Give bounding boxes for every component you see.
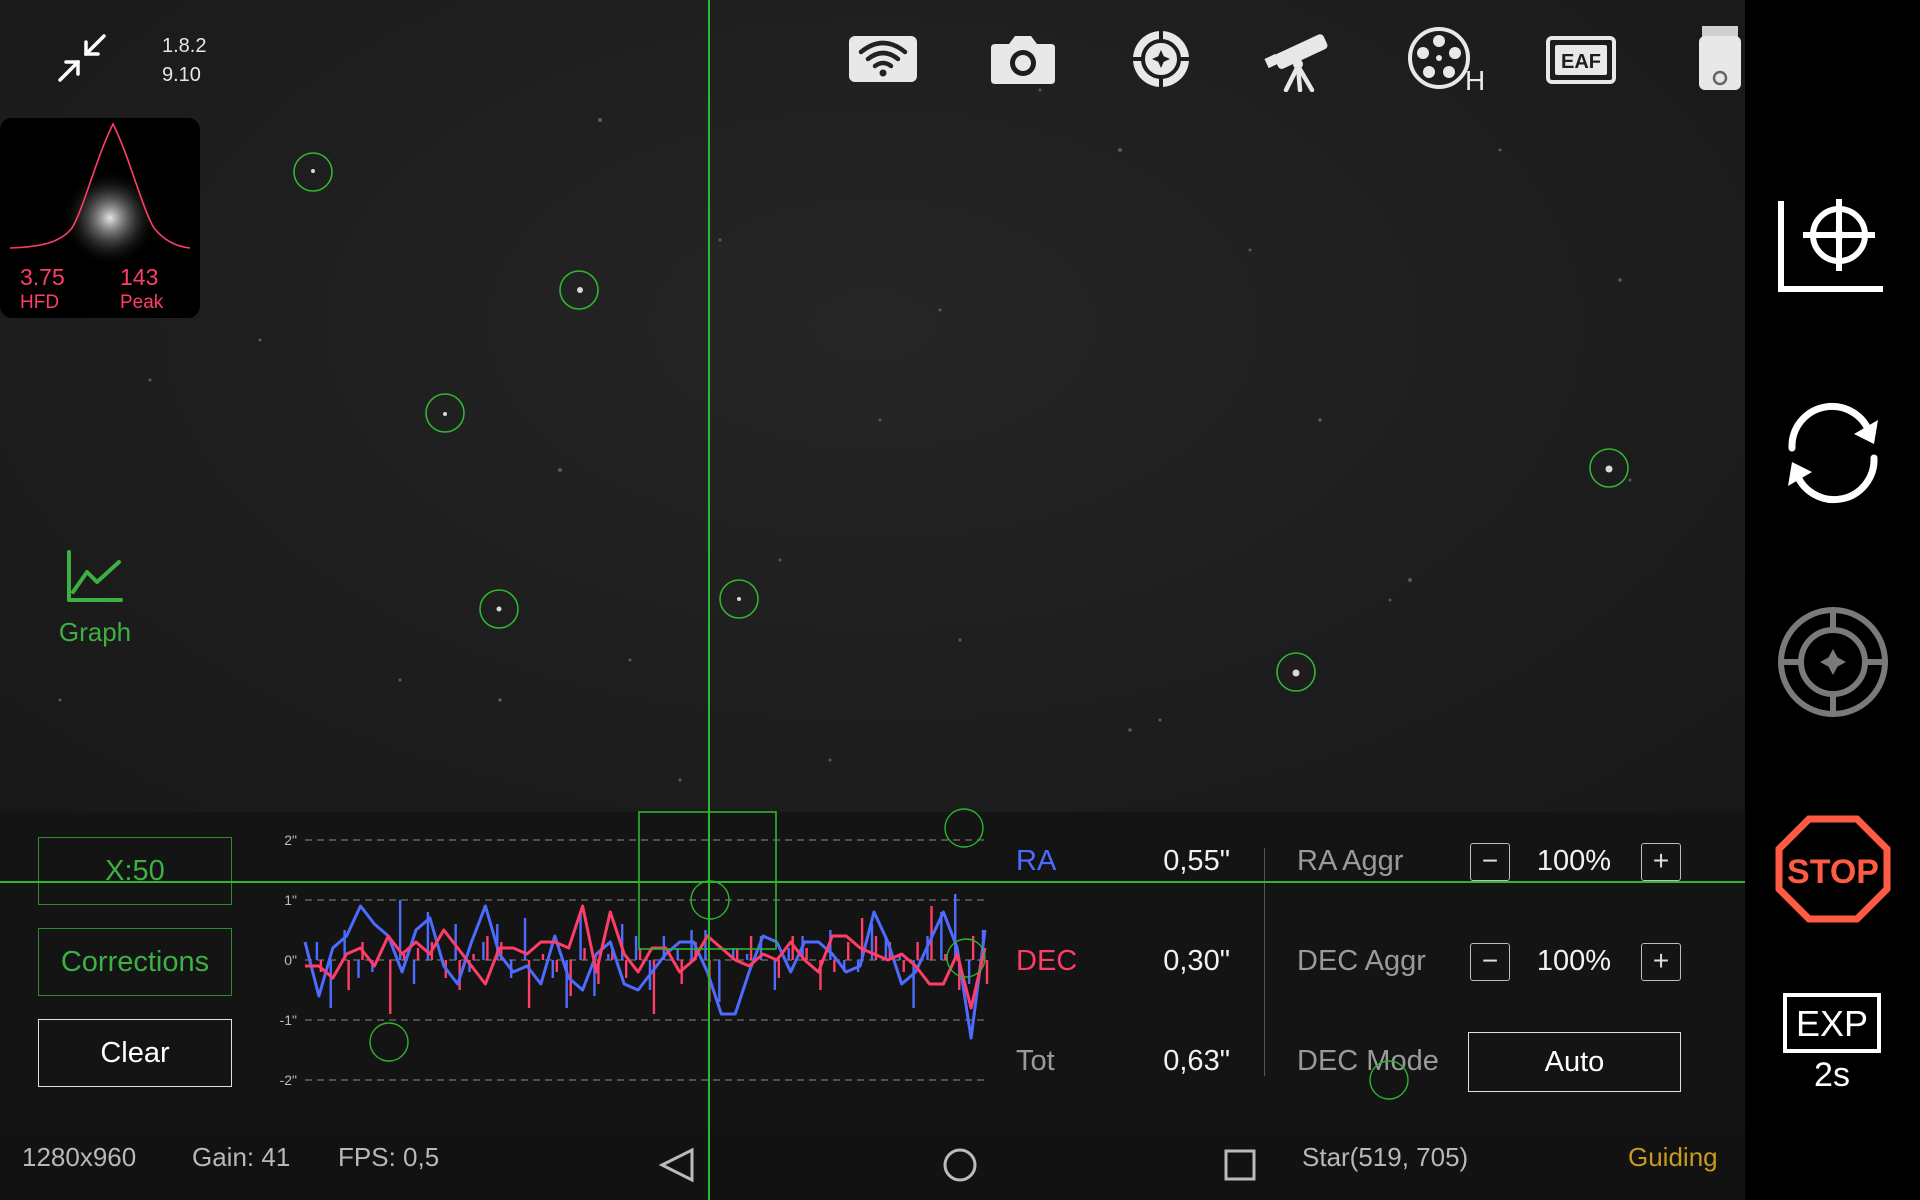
- tot-rms-value: 0,63": [1163, 1045, 1230, 1077]
- exposure-value[interactable]: 2s: [1782, 1056, 1882, 1095]
- filter-wheel-icon[interactable]: H: [1405, 26, 1495, 92]
- dec-aggr-value: 100%: [1536, 945, 1612, 977]
- ra-rms-value: 0,55": [1163, 845, 1230, 877]
- dec-aggr-minus-button[interactable]: −: [1470, 943, 1510, 981]
- peak-value: 143: [120, 264, 159, 290]
- star-field: [58, 68, 1632, 782]
- ra-label: RA: [1016, 845, 1057, 877]
- eaf-label: EAF: [1561, 51, 1601, 73]
- version-line-1: 1.8.2: [162, 35, 207, 57]
- clear-button[interactable]: Clear: [38, 1019, 232, 1087]
- peak-label: Peak: [120, 292, 164, 313]
- camera-view[interactable]: [0, 0, 1745, 812]
- android-nav-bar: [658, 1147, 1256, 1183]
- wifi-icon[interactable]: [847, 26, 919, 92]
- back-nav-icon[interactable]: [658, 1147, 694, 1183]
- y-tick-label: 2": [284, 832, 297, 848]
- eaf-icon[interactable]: EAF: [1545, 26, 1617, 92]
- dec-rms-value: 0,30": [1163, 945, 1230, 977]
- ra-error-line: [303, 904, 987, 1040]
- ra-aggr-value: 100%: [1536, 845, 1612, 877]
- version-line-2: 9.10: [162, 64, 201, 86]
- app: 1.8.2 9.10 3.75 HFD 143 Peak Graph H EAF…: [0, 0, 1920, 1200]
- y-tick-label: 1": [284, 892, 297, 908]
- dec-mode-label: DEC Mode: [1297, 1045, 1439, 1077]
- filter-badge: H: [1465, 65, 1485, 92]
- y-tick-label: -2": [280, 1072, 297, 1088]
- guide-icon[interactable]: [1776, 605, 1890, 719]
- detected-star-markers: [293, 152, 1629, 692]
- camera-icon[interactable]: [987, 26, 1059, 92]
- exp-label: EXP: [1796, 1003, 1868, 1044]
- tot-label: Tot: [1016, 1045, 1055, 1077]
- x-scale-button[interactable]: X:50: [38, 837, 232, 905]
- y-tick-label: -1": [280, 1012, 297, 1028]
- collapse-icon[interactable]: [54, 30, 110, 86]
- calibrate-icon[interactable]: [1775, 195, 1885, 295]
- telescope-icon[interactable]: [1264, 26, 1336, 92]
- version-info: 1.8.2 9.10: [162, 32, 206, 90]
- bright-stars: [311, 169, 1613, 677]
- hfd-label: HFD: [20, 292, 60, 313]
- dec-aggr-plus-button[interactable]: +: [1641, 943, 1681, 981]
- home-nav-icon[interactable]: [943, 1148, 977, 1182]
- ra-aggr-minus-button[interactable]: −: [1470, 843, 1510, 881]
- ra-aggr-label: RA Aggr: [1297, 845, 1404, 877]
- stop-icon[interactable]: STOP: [1775, 815, 1891, 923]
- recents-nav-icon[interactable]: [1224, 1149, 1256, 1181]
- dec-aggr-label: DEC Aggr: [1297, 945, 1426, 977]
- y-tick-label: 0": [284, 952, 297, 968]
- dec-mode-selector[interactable]: Auto: [1468, 1032, 1681, 1092]
- loop-icon[interactable]: [1778, 398, 1888, 508]
- graph-toggle-button[interactable]: Graph: [50, 548, 140, 654]
- ra-aggr-plus-button[interactable]: +: [1641, 843, 1681, 881]
- dec-label: DEC: [1016, 945, 1078, 977]
- corrections-button[interactable]: Corrections: [38, 928, 232, 996]
- exposure-icon[interactable]: EXP: [1782, 992, 1882, 1054]
- panel-divider: [1264, 848, 1265, 1076]
- guide-target-icon[interactable]: [1125, 26, 1197, 92]
- hfd-value: 3.75: [20, 264, 65, 290]
- stop-label: STOP: [1787, 853, 1879, 891]
- graph-label: Graph: [58, 617, 132, 647]
- graph-icon: [67, 550, 123, 602]
